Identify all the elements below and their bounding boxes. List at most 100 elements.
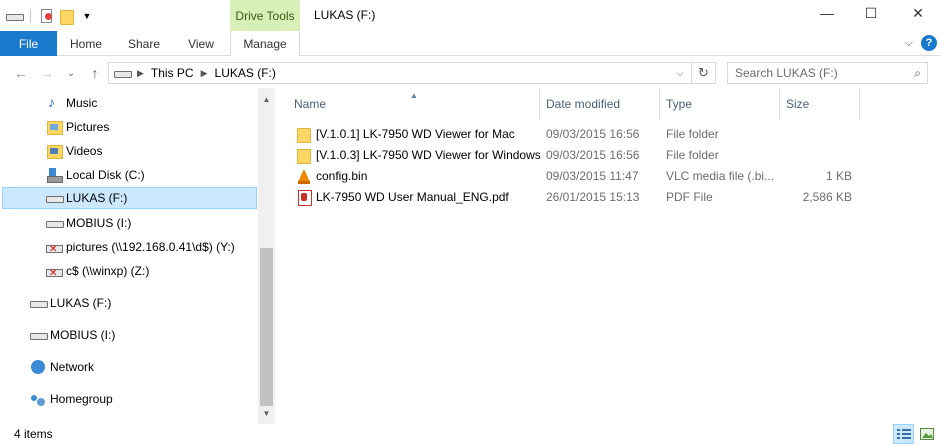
table-row[interactable]: config.bin 09/03/2015 11:47 VLC media fi… — [294, 165, 874, 186]
nav-item-local-disk[interactable]: Local Disk (C:) — [46, 164, 145, 186]
tab-manage[interactable]: Manage — [230, 31, 300, 56]
folder-icon — [296, 126, 312, 143]
disconnected-network-drive-icon — [46, 263, 63, 279]
drive-icon[interactable] — [6, 8, 24, 24]
nav-root-mobius[interactable]: MOBIUS (I:) — [30, 324, 115, 346]
details-view-button[interactable] — [893, 424, 914, 444]
music-icon — [46, 94, 62, 111]
column-header-type[interactable]: Type — [660, 88, 780, 120]
title-bar: ▼ Drive Tools LUKAS (F:) — ☐ ✕ — [0, 0, 941, 31]
network-icon — [30, 359, 46, 375]
address-dropdown-icon[interactable]: ⌵ — [671, 63, 689, 83]
chevron-down-icon[interactable]: ⌵ — [905, 37, 913, 50]
window-title: LUKAS (F:) — [314, 8, 376, 22]
forward-button[interactable]: → — [38, 64, 56, 82]
search-placeholder: Search LUKAS (F:) — [735, 66, 838, 80]
large-icons-view-button[interactable] — [916, 424, 937, 444]
search-icon[interactable]: ⌕ — [914, 66, 921, 81]
folder-icon — [296, 147, 312, 164]
file-name-cell: [V.1.0.1] LK-7950 WD Viewer for Mac — [296, 123, 546, 144]
nav-item-pictures-network-drive[interactable]: pictures (\\192.168.0.41\d$) (Y:) — [46, 236, 235, 258]
size-cell: 2,586 KB — [802, 189, 852, 204]
tab-home[interactable]: Home — [60, 31, 112, 56]
new-folder-icon[interactable] — [59, 8, 75, 25]
size-cell — [786, 144, 852, 165]
nav-item-lukas[interactable]: LUKAS (F:) — [2, 187, 257, 209]
nav-root-network[interactable]: Network — [30, 356, 94, 378]
tab-file[interactable]: File — [0, 31, 57, 56]
refresh-button[interactable]: ↻ — [691, 63, 715, 83]
type-cell: File folder — [666, 126, 719, 141]
file-name-cell: [V.1.0.3] LK-7950 WD Viewer for Windows — [296, 144, 546, 165]
file-name-cell: LK-7950 WD User Manual_ENG.pdf — [296, 186, 546, 207]
nav-root-homegroup[interactable]: Homegroup — [30, 388, 113, 410]
pictures-icon — [46, 119, 63, 135]
nav-item-label: Network — [50, 360, 95, 374]
disconnected-network-drive-icon — [46, 239, 63, 255]
homegroup-icon — [30, 391, 46, 407]
details-view-icon — [896, 429, 911, 439]
close-button[interactable]: ✕ — [895, 0, 941, 26]
column-header-name[interactable]: Name — [288, 88, 540, 120]
breadcrumb-separator-icon[interactable]: ▶ — [137, 68, 144, 79]
type-cell: File folder — [666, 147, 719, 162]
navigation-scrollbar[interactable]: ▲ ▼ — [258, 88, 275, 424]
table-row[interactable]: LK-7950 WD User Manual_ENG.pdf 26/01/201… — [294, 186, 874, 207]
scrollbar-thumb[interactable] — [260, 248, 273, 406]
nav-item-pictures[interactable]: Pictures — [46, 116, 109, 138]
nav-item-label: LUKAS (F:) — [66, 191, 128, 205]
breadcrumb-lukas[interactable]: LUKAS (F:) — [215, 66, 276, 80]
properties-icon[interactable] — [39, 8, 55, 24]
file-list: ▲ Name Date modified Type Size [V.1.0.1]… — [276, 88, 941, 424]
column-header-date-modified[interactable]: Date modified — [540, 88, 660, 120]
breadcrumb-this-pc[interactable]: This PC — [151, 66, 194, 80]
navigation-pane: Music Pictures Videos Local Disk (C:) LU… — [0, 88, 276, 424]
nav-item-label: Homegroup — [50, 392, 113, 406]
file-name: [V.1.0.3] LK-7950 WD Viewer for Windows — [316, 147, 541, 162]
status-bar: 4 items — [0, 424, 941, 446]
customize-qat-icon[interactable]: ▼ — [79, 8, 95, 24]
file-name: LK-7950 WD User Manual_ENG.pdf — [316, 189, 509, 204]
search-input[interactable]: Search LUKAS (F:) ⌕ — [727, 62, 928, 84]
date-modified-cell: 26/01/2015 15:13 — [546, 189, 640, 204]
scroll-down-icon[interactable]: ▼ — [258, 405, 275, 422]
vlc-icon — [296, 168, 312, 184]
scroll-up-icon[interactable]: ▲ — [258, 91, 275, 108]
nav-item-label: Videos — [66, 144, 103, 158]
recent-locations-button[interactable]: ⌄ — [62, 64, 80, 82]
nav-item-label: Pictures — [66, 120, 110, 134]
drive-icon — [30, 295, 48, 311]
nav-item-videos[interactable]: Videos — [46, 140, 102, 162]
nav-item-label: c$ (\\winxp) (Z:) — [66, 264, 150, 278]
minimize-button[interactable]: — — [804, 0, 850, 26]
size-cell — [786, 123, 852, 144]
item-count: 4 items — [14, 427, 53, 441]
nav-item-c-network-drive[interactable]: c$ (\\winxp) (Z:) — [46, 260, 149, 282]
tab-view[interactable]: View — [176, 31, 226, 56]
nav-item-label: Local Disk (C:) — [66, 168, 145, 182]
column-header-size[interactable]: Size — [780, 88, 860, 120]
file-name-cell: config.bin — [296, 165, 546, 186]
address-bar[interactable]: ▶ This PC ▶ LUKAS (F:) ⌵ ↻ — [108, 62, 716, 84]
maximize-button[interactable]: ☐ — [848, 0, 894, 26]
nav-item-label: LUKAS (F:) — [50, 296, 112, 310]
date-modified-cell: 09/03/2015 16:56 — [546, 147, 640, 162]
ribbon-tabs: File Home Share View Manage ⌵ ? — [0, 31, 941, 56]
back-button[interactable]: ← — [12, 64, 30, 82]
pdf-icon — [296, 189, 312, 206]
up-button[interactable]: ↑ — [86, 64, 104, 82]
drive-icon — [30, 327, 48, 343]
file-name: config.bin — [316, 168, 368, 183]
tab-share[interactable]: Share — [118, 31, 170, 56]
ribbon-controls: ⌵ ? — [905, 35, 937, 51]
qat-divider — [30, 9, 31, 23]
table-row[interactable]: [V.1.0.3] LK-7950 WD Viewer for Windows … — [294, 144, 874, 165]
nav-item-label: Music — [66, 96, 98, 110]
nav-root-lukas[interactable]: LUKAS (F:) — [30, 292, 111, 314]
help-icon[interactable]: ? — [921, 35, 937, 51]
nav-item-mobius[interactable]: MOBIUS (I:) — [46, 212, 131, 234]
videos-icon — [46, 143, 63, 159]
breadcrumb-separator-icon[interactable]: ▶ — [201, 68, 208, 79]
table-row[interactable]: [V.1.0.1] LK-7950 WD Viewer for Mac 09/0… — [294, 123, 874, 144]
nav-item-music[interactable]: Music — [46, 92, 97, 114]
